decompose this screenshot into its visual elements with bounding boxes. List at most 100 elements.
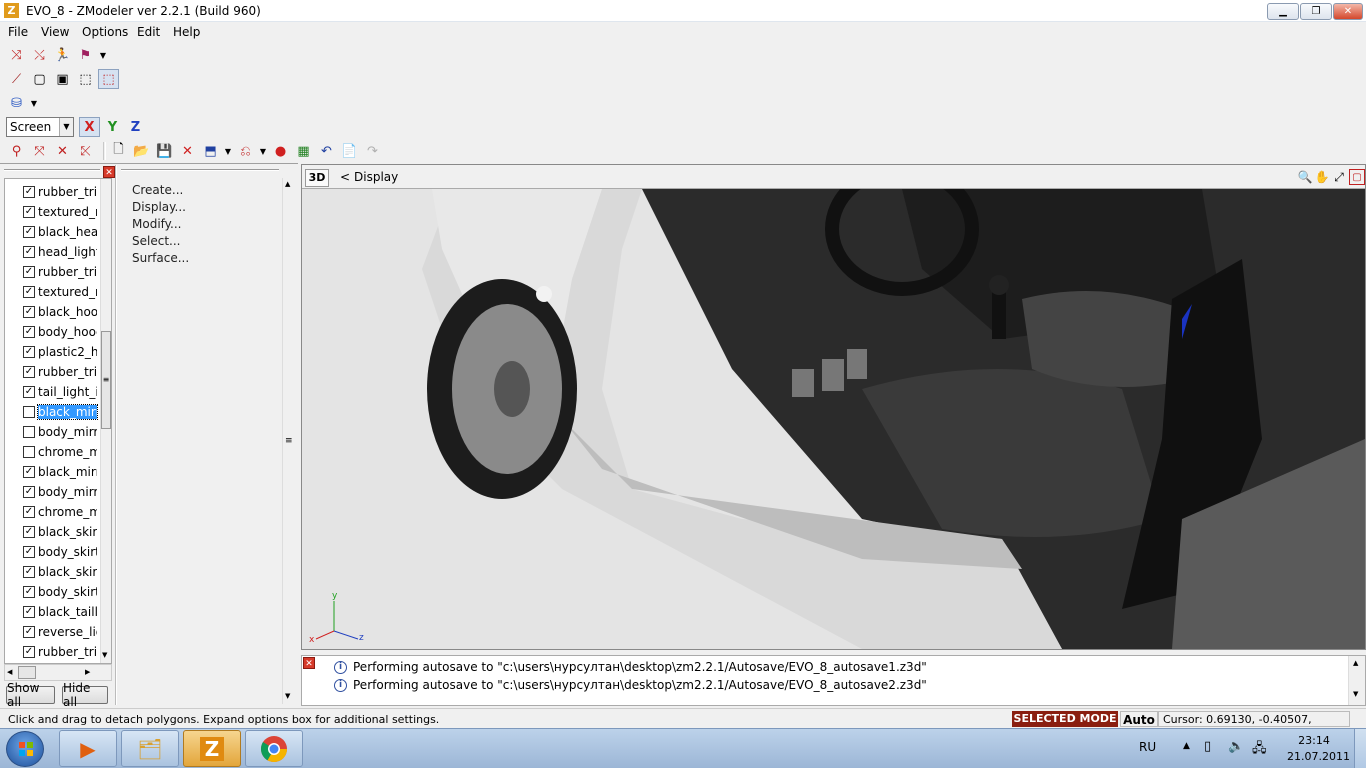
- command-create[interactable]: Create...: [132, 183, 183, 197]
- list-item[interactable]: ✓rubber_trin: [5, 642, 111, 662]
- show-desktop-button[interactable]: [1354, 729, 1366, 768]
- dropdown-arrow-icon[interactable]: ▼: [223, 141, 233, 161]
- scroll-up-icon[interactable]: ▲: [285, 180, 290, 188]
- checkbox-checked[interactable]: ✓: [23, 466, 35, 478]
- list-item[interactable]: chrome_m: [5, 442, 111, 462]
- list-item[interactable]: ✓black_skirtl: [5, 522, 111, 542]
- close-button[interactable]: ✕: [1333, 3, 1363, 20]
- import-icon[interactable]: ⬒: [200, 141, 221, 161]
- rotate-axis-icon[interactable]: ✕: [52, 141, 73, 161]
- save-icon[interactable]: 💾: [154, 141, 175, 161]
- delete-icon[interactable]: ✕: [177, 141, 198, 161]
- pan-hand-icon[interactable]: ✋: [1314, 169, 1330, 185]
- menu-options[interactable]: Options: [82, 25, 128, 39]
- object-list[interactable]: ✓rubber_trin✓textured_re✓black_heac✓head…: [4, 178, 112, 664]
- list-item[interactable]: ✓ body_hooc: [5, 322, 111, 342]
- close-log-icon[interactable]: ✕: [303, 657, 315, 669]
- select-object-icon[interactable]: 🏃: [52, 45, 73, 65]
- show-hidden-icons-icon[interactable]: ▲: [1183, 741, 1190, 751]
- dropdown-arrow-icon[interactable]: ▼: [98, 45, 108, 65]
- list-item[interactable]: body_mirrc: [5, 422, 111, 442]
- zoom-extents-icon[interactable]: ⤢: [1331, 169, 1347, 185]
- checkbox-checked[interactable]: ✓: [23, 546, 35, 558]
- taskbar-media-player[interactable]: ▶: [59, 730, 117, 767]
- checkbox-checked[interactable]: ✓: [23, 586, 35, 598]
- list-item[interactable]: ✓black_skirtl: [5, 562, 111, 582]
- hscroll-thumb[interactable]: [18, 666, 36, 679]
- list-item[interactable]: ✓rubber_trin: [5, 262, 111, 282]
- notes-icon[interactable]: 📄: [339, 141, 360, 161]
- viewport-3d[interactable]: 3D < Display 🔍 ✋ ⤢ ▢ y x z: [301, 164, 1366, 650]
- list-item[interactable]: ✓plastic2_hc: [5, 342, 111, 362]
- dropdown-arrow-icon[interactable]: ▼: [29, 93, 39, 113]
- checkbox-checked[interactable]: ✓: [23, 386, 35, 398]
- axis-y-button[interactable]: Y: [102, 117, 123, 137]
- checkbox-checked[interactable]: ✓: [23, 526, 35, 538]
- scroll-down-icon[interactable]: ▼: [285, 692, 290, 700]
- maximize-button[interactable]: ❐: [1300, 3, 1332, 20]
- record-icon[interactable]: ●: [270, 141, 291, 161]
- taskbar-explorer[interactable]: 🗂: [121, 730, 179, 767]
- list-item[interactable]: ✓black_heac: [5, 222, 111, 242]
- list-item[interactable]: ✓head_light_: [5, 242, 111, 262]
- view-mode-button[interactable]: 3D: [305, 169, 329, 187]
- show-all-button[interactable]: Show all: [6, 681, 55, 709]
- axis-x-button[interactable]: X: [79, 117, 100, 137]
- select-vertex-icon[interactable]: ⤨: [6, 45, 27, 65]
- list-item[interactable]: black_mirrc: [5, 402, 111, 422]
- checkbox-checked[interactable]: ✓: [23, 366, 35, 378]
- select-mode-icon[interactable]: ⚑: [75, 45, 96, 65]
- checkbox-checked[interactable]: ✓: [23, 486, 35, 498]
- checkbox-unchecked[interactable]: [23, 446, 35, 458]
- splitter-grip-icon[interactable]: ≡: [285, 436, 293, 446]
- menu-edit[interactable]: Edit: [137, 25, 160, 39]
- dropdown-arrow-icon[interactable]: ▼: [258, 141, 268, 161]
- helper-object-icon[interactable]: ⛁: [6, 93, 27, 113]
- taskbar-chrome[interactable]: [245, 730, 303, 767]
- clock[interactable]: 23:14 21.07.2011: [1287, 734, 1350, 763]
- breadcrumb-back-icon[interactable]: <: [340, 170, 350, 184]
- zmodeler-app-icon[interactable]: Z: [4, 3, 19, 18]
- checkbox-checked[interactable]: ✓: [23, 626, 35, 638]
- checkbox-checked[interactable]: ✓: [23, 606, 35, 618]
- list-item[interactable]: ✓ chrome_m: [5, 502, 111, 522]
- list-item[interactable]: ✓rubber_trin: [5, 362, 111, 382]
- coordinate-system-select[interactable]: Screen ▼: [6, 117, 74, 137]
- command-select[interactable]: Select...: [132, 234, 180, 248]
- checkbox-checked[interactable]: ✓: [23, 326, 35, 338]
- list-item[interactable]: ✓ body_skirtl: [5, 542, 111, 562]
- axis-z-button[interactable]: Z: [125, 117, 146, 137]
- move-axis-icon[interactable]: ⤧: [29, 141, 50, 161]
- close-panel-icon[interactable]: ✕: [103, 166, 115, 178]
- list-item[interactable]: ✓ body_skirtl: [5, 582, 111, 602]
- scale-axis-icon[interactable]: ⤪: [75, 141, 96, 161]
- list-item[interactable]: ✓black_taillic: [5, 602, 111, 622]
- checkbox-checked[interactable]: ✓: [23, 346, 35, 358]
- device-icon[interactable]: ▯: [1204, 739, 1211, 754]
- checkbox-checked[interactable]: ✓: [23, 186, 35, 198]
- minimize-button[interactable]: ▁: [1267, 3, 1299, 20]
- magnet-icon[interactable]: ⚲: [6, 141, 27, 161]
- list-item[interactable]: ✓textured_re: [5, 282, 111, 302]
- scroll-down-icon[interactable]: ▼: [1353, 690, 1358, 698]
- list-item[interactable]: ✓black_hooc: [5, 302, 111, 322]
- checkbox-checked[interactable]: ✓: [23, 206, 35, 218]
- scroll-up-icon[interactable]: ▲: [1353, 659, 1358, 667]
- undo-icon[interactable]: ↶: [316, 141, 337, 161]
- checkbox-unchecked[interactable]: [23, 426, 35, 438]
- select-polygon-icon[interactable]: ⤯: [29, 45, 50, 65]
- checkbox-unchecked[interactable]: [23, 406, 35, 418]
- undo-history-icon[interactable]: ⎌: [235, 141, 256, 161]
- list-item[interactable]: ✓textured_re: [5, 202, 111, 222]
- checkbox-checked[interactable]: ✓: [23, 566, 35, 578]
- checkbox-checked[interactable]: ✓: [23, 246, 35, 258]
- box-level-icon[interactable]: ⬚: [75, 69, 96, 89]
- checkbox-checked[interactable]: ✓: [23, 306, 35, 318]
- checkbox-checked[interactable]: ✓: [23, 226, 35, 238]
- menu-view[interactable]: View: [41, 25, 69, 39]
- log-scrollbar[interactable]: ▲ ▼: [1348, 656, 1365, 705]
- scroll-left-icon[interactable]: ◀: [7, 668, 12, 676]
- scroll-right-icon[interactable]: ▶: [85, 668, 90, 676]
- taskbar-zmodeler[interactable]: Z: [183, 730, 241, 767]
- language-indicator[interactable]: RU: [1139, 740, 1156, 754]
